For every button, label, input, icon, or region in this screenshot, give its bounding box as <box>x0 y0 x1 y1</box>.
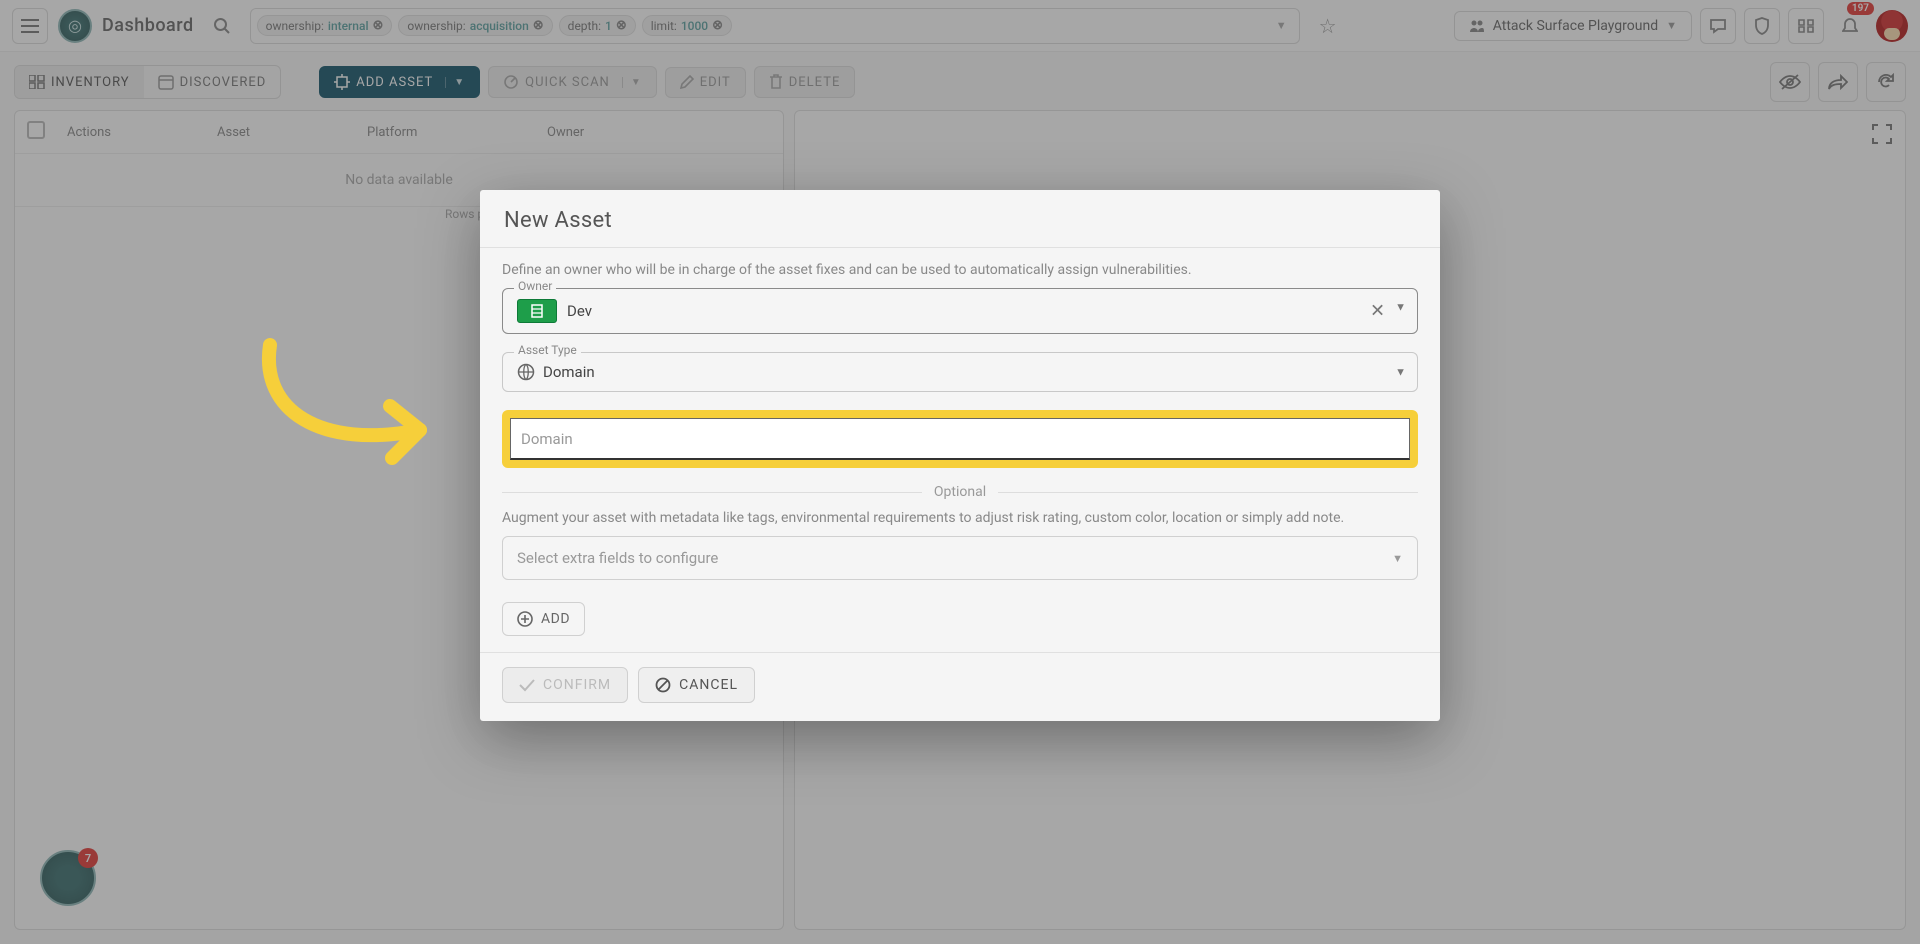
optional-divider: Optional <box>502 484 1418 500</box>
owner-label: Owner <box>514 279 556 293</box>
new-asset-modal: New Asset Define an owner who will be in… <box>480 190 1440 721</box>
augment-help-text: Augment your asset with metadata like ta… <box>502 510 1418 526</box>
modal-header: New Asset <box>480 190 1440 248</box>
modal-footer: CONFIRM CANCEL <box>480 652 1440 721</box>
clear-icon[interactable]: ✕ <box>1370 301 1385 322</box>
extra-fields-placeholder: Select extra fields to configure <box>517 549 718 567</box>
extra-fields-select[interactable]: Select extra fields to configure ▼ <box>502 536 1418 580</box>
asset-type-field[interactable]: Asset Type Domain ▼ <box>502 352 1418 392</box>
check-icon <box>519 678 535 692</box>
add-more-button[interactable]: ADD <box>502 602 585 636</box>
plus-circle-icon <box>517 611 533 627</box>
domain-highlight <box>502 410 1418 468</box>
globe-icon <box>517 363 535 381</box>
asset-type-value: Domain <box>543 363 595 381</box>
chevron-down-icon[interactable]: ▼ <box>1395 301 1406 322</box>
owner-value: Dev <box>567 302 592 320</box>
confirm-button[interactable]: CONFIRM <box>502 667 628 703</box>
owner-help-text: Define an owner who will be in charge of… <box>502 262 1418 278</box>
chevron-down-icon[interactable]: ▼ <box>1395 366 1406 379</box>
owner-field[interactable]: Owner Dev ✕ ▼ <box>502 288 1418 334</box>
optional-label: Optional <box>934 484 986 500</box>
domain-input[interactable] <box>510 418 1410 460</box>
modal-title: New Asset <box>504 208 1416 233</box>
cancel-button[interactable]: CANCEL <box>638 667 755 703</box>
modal-body: Define an owner who will be in charge of… <box>480 248 1440 652</box>
asset-type-label: Asset Type <box>514 343 581 357</box>
ban-icon <box>655 677 671 693</box>
chevron-down-icon: ▼ <box>1392 552 1403 565</box>
owner-avatar-icon <box>517 299 557 323</box>
